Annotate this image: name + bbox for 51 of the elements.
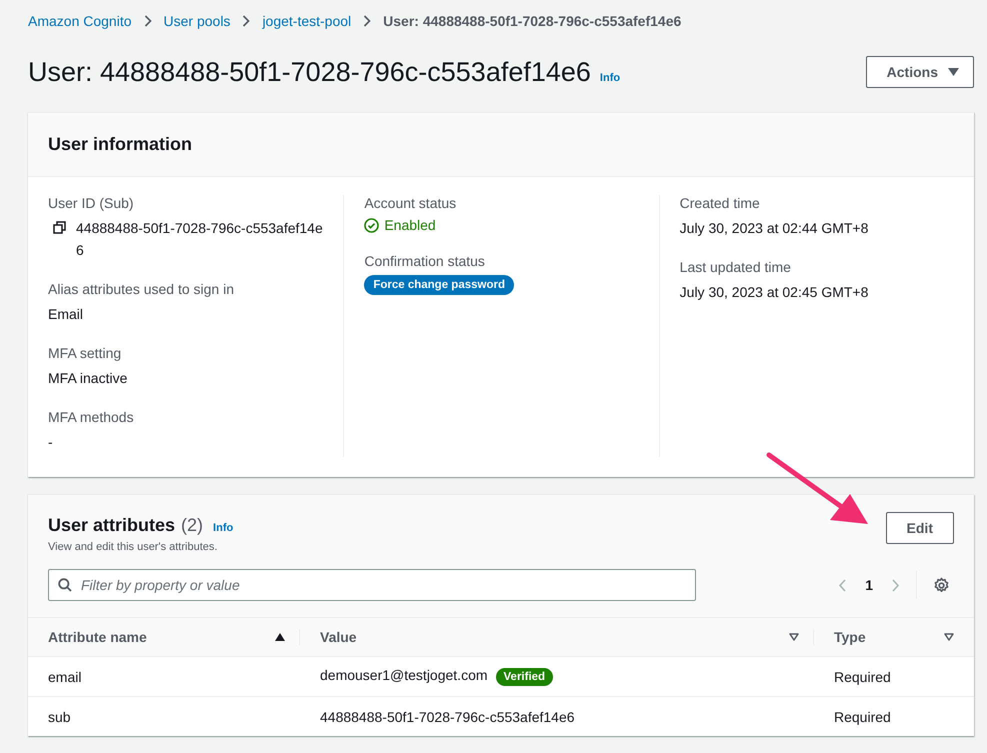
field-label: Alias attributes used to sign in xyxy=(48,281,235,297)
column-header[interactable]: Type xyxy=(834,629,866,645)
table-cell: email xyxy=(48,668,82,684)
field-label: Last updated time xyxy=(680,259,792,275)
field-value: MFA inactive xyxy=(48,370,128,386)
field-label: MFA setting xyxy=(48,345,122,361)
info-link[interactable]: Info xyxy=(213,522,234,534)
page-title: User: 44888488-50f1-7028-796c-c553afef14e6 xyxy=(28,56,591,88)
actions-button[interactable]: Actions xyxy=(866,56,974,88)
status-text: Enabled xyxy=(384,217,436,233)
table-cell: demouser1@testjoget.com xyxy=(320,667,488,683)
chevron-right-icon xyxy=(363,15,372,27)
card-title: User information xyxy=(48,134,192,155)
verified-badge: Verified xyxy=(496,668,554,686)
field-label: Account status xyxy=(364,195,458,211)
copy-icon[interactable] xyxy=(53,221,66,234)
field-label: Confirmation status xyxy=(364,253,486,269)
breadcrumb-link[interactable]: User pools xyxy=(164,13,230,29)
field-value: July 30, 2023 at 02:44 GMT+8 xyxy=(680,220,868,236)
filter-field[interactable]: Filter by property or value xyxy=(48,569,696,601)
field-value: - xyxy=(48,434,53,450)
breadcrumb-link[interactable]: Amazon Cognito xyxy=(28,13,132,29)
section-description: View and edit this user's attributes. xyxy=(48,541,218,553)
breadcrumb-current: User: 44888488-50f1-7028-796c-c553afef14e6 xyxy=(383,13,682,29)
settings-icon[interactable] xyxy=(933,576,950,594)
field-value: Email xyxy=(48,306,84,322)
caret-down-icon xyxy=(948,68,959,76)
table-cell: Required xyxy=(834,708,891,724)
sort-icon[interactable] xyxy=(944,633,954,641)
field-value: July 30, 2023 at 02:45 GMT+8 xyxy=(680,284,868,300)
column-header[interactable]: Value xyxy=(320,629,357,645)
status-badge: Force change password xyxy=(364,275,514,295)
edit-button[interactable]: Edit xyxy=(886,512,954,544)
sort-icon[interactable] xyxy=(789,633,799,641)
table-cell: Required xyxy=(834,668,891,684)
column-header[interactable]: Attribute name xyxy=(48,629,147,645)
field-value: 44888488-50f1-7028-796c-c553afef14e6 xyxy=(76,219,324,260)
table-cell: sub xyxy=(48,708,71,724)
field-label: User ID (Sub) xyxy=(48,195,135,211)
check-circle-icon xyxy=(364,218,380,232)
chevron-right-icon xyxy=(144,15,152,27)
field-label: Created time xyxy=(680,195,761,211)
table-cell: 44888488-50f1-7028-796c-c553afef14e6 xyxy=(320,708,575,724)
field-label: MFA methods xyxy=(48,409,135,425)
sort-ascending-icon[interactable] xyxy=(275,633,285,641)
item-count: (2) xyxy=(181,515,204,536)
page-number[interactable]: 1 xyxy=(863,577,875,593)
info-link[interactable]: Info xyxy=(600,72,620,84)
breadcrumb-link[interactable]: joget-test-pool xyxy=(262,13,352,29)
section-title: User attributes xyxy=(48,515,176,536)
chevron-right-icon xyxy=(242,15,250,27)
